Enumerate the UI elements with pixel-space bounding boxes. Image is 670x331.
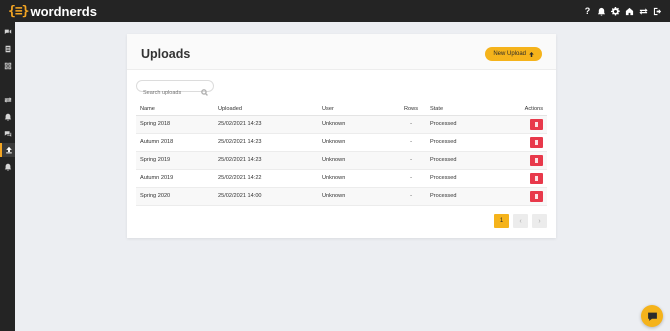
swap-icon[interactable] [639, 7, 648, 16]
column-header-user[interactable]: User [322, 103, 394, 116]
sidebar-item-integrations[interactable] [0, 93, 15, 107]
home-icon[interactable] [625, 7, 634, 16]
bell-icon [4, 113, 11, 121]
trash-icon [535, 193, 538, 199]
search-icon[interactable] [201, 83, 208, 96]
cell-actions [504, 151, 547, 170]
trash-icon [535, 121, 538, 127]
chat-bubble-icon [647, 312, 657, 321]
chat-voice-icon [4, 29, 11, 34]
delete-button[interactable] [530, 118, 543, 130]
cell-name: Spring 2018 [136, 115, 218, 134]
uploads-table: Name Uploaded User Rows State Actions Sp… [136, 103, 547, 206]
delete-button[interactable] [530, 190, 543, 202]
trash-icon [535, 175, 538, 181]
cell-rows: - [394, 115, 428, 134]
delete-button[interactable] [530, 136, 543, 148]
cell-uploaded: 25/02/2021 14:23 [218, 151, 322, 170]
swap-icon [3, 97, 12, 103]
cell-name: Spring 2019 [136, 151, 218, 170]
table-row[interactable]: Spring 2020 25/02/2021 14:00 Unknown - P… [136, 187, 547, 206]
cell-user: Unknown [322, 115, 394, 134]
trash-icon [535, 139, 538, 145]
column-header-uploaded[interactable]: Uploaded [218, 103, 322, 116]
help-glyph: ? [584, 5, 591, 16]
document-icon [5, 45, 10, 53]
sidebar-item-documents[interactable] [0, 42, 15, 56]
chat-widget-button[interactable] [641, 305, 663, 327]
pagination: 1 ‹ › [494, 214, 547, 228]
sidebar-item-dashboards[interactable] [0, 59, 15, 73]
cell-actions [504, 133, 547, 152]
sidebar-item-comments[interactable] [0, 127, 15, 141]
cell-uploaded: 25/02/2021 14:22 [218, 169, 322, 188]
logout-icon[interactable] [653, 7, 662, 16]
top-icons: ? [583, 0, 662, 22]
sidebar [0, 22, 15, 331]
new-upload-label: New Upload [493, 51, 526, 57]
cell-rows: - [394, 169, 428, 188]
cell-rows: - [394, 133, 428, 152]
table-header-row: Name Uploaded User Rows State Actions [136, 103, 547, 116]
new-upload-button[interactable]: New Upload [485, 47, 542, 61]
cell-user: Unknown [322, 169, 394, 188]
top-bar: {≡} wordnerds ? [0, 0, 670, 22]
table-row[interactable]: Spring 2018 25/02/2021 14:23 Unknown - P… [136, 115, 547, 134]
cell-rows: - [394, 187, 428, 206]
prev-page-button[interactable]: ‹ [513, 214, 528, 228]
delete-button[interactable] [530, 172, 543, 184]
cell-rows: - [394, 151, 428, 170]
grid-icon [4, 62, 11, 70]
cell-state: Processed [428, 151, 504, 170]
delete-button[interactable] [530, 154, 543, 166]
column-header-name[interactable]: Name [136, 103, 218, 116]
help-icon[interactable]: ? [583, 5, 592, 16]
logo-mark: {≡} [8, 3, 30, 19]
cell-actions [504, 115, 547, 134]
cell-state: Processed [428, 133, 504, 152]
column-header-rows[interactable]: Rows [394, 103, 428, 116]
cell-user: Unknown [322, 133, 394, 152]
cell-uploaded: 25/02/2021 14:23 [218, 115, 322, 134]
search-box [136, 80, 214, 98]
cell-state: Processed [428, 187, 504, 206]
cell-name: Autumn 2018 [136, 133, 218, 152]
page-button-current[interactable]: 1 [494, 214, 509, 228]
sidebar-item-notifications[interactable] [0, 110, 15, 124]
sidebar-item-chat-voice[interactable] [0, 25, 15, 39]
logo-text: wordnerds [30, 3, 97, 19]
cell-user: Unknown [322, 187, 394, 206]
column-header-state[interactable]: State [428, 103, 504, 116]
cell-actions [504, 169, 547, 188]
alert-icon [4, 163, 11, 171]
trash-icon [535, 157, 538, 163]
column-header-actions: Actions [504, 103, 547, 116]
cell-state: Processed [428, 115, 504, 134]
cell-uploaded: 25/02/2021 14:00 [218, 187, 322, 206]
cell-uploaded: 25/02/2021 14:23 [218, 133, 322, 152]
sidebar-item-uploads[interactable] [0, 143, 15, 157]
comments-icon [4, 131, 11, 137]
table-row[interactable]: Spring 2019 25/02/2021 14:23 Unknown - P… [136, 151, 547, 170]
logo[interactable]: {≡} wordnerds [8, 0, 97, 22]
table-row[interactable]: Autumn 2018 25/02/2021 14:23 Unknown - P… [136, 133, 547, 152]
page-title: Uploads [141, 47, 191, 61]
upload-icon [529, 51, 534, 57]
table-row[interactable]: Autumn 2019 25/02/2021 14:22 Unknown - P… [136, 169, 547, 188]
sidebar-item-alerts[interactable] [0, 160, 15, 174]
cell-state: Processed [428, 169, 504, 188]
cell-actions [504, 187, 547, 206]
cell-name: Spring 2020 [136, 187, 218, 206]
next-page-button[interactable]: › [532, 214, 547, 228]
uploads-card: Uploads New Upload Name Uploaded User Ro… [127, 34, 556, 238]
cell-user: Unknown [322, 151, 394, 170]
bell-icon[interactable] [597, 7, 606, 16]
upload-icon [5, 146, 12, 154]
card-header: Uploads New Upload [127, 34, 556, 70]
cell-name: Autumn 2019 [136, 169, 218, 188]
gear-icon[interactable] [611, 6, 620, 16]
